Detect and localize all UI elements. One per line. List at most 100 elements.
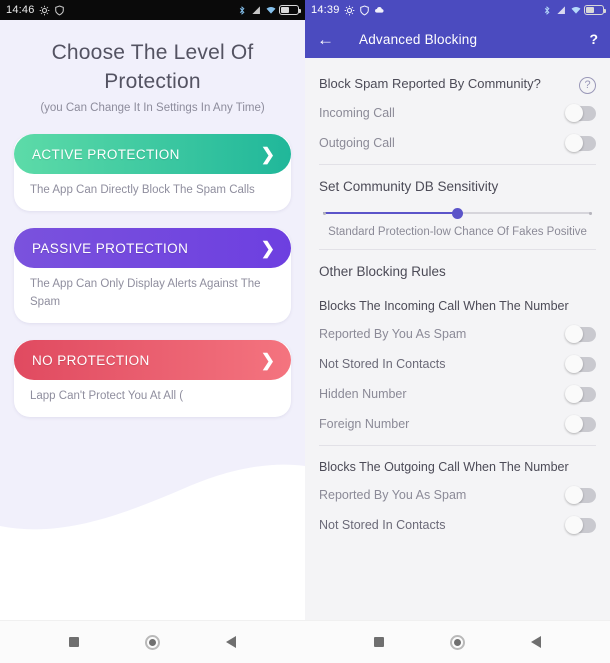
battery-icon: [584, 5, 606, 15]
app-bar: ← Advanced Blocking ?: [305, 20, 610, 58]
status-bar-right: 14:39: [305, 0, 610, 20]
back-arrow-icon[interactable]: ←: [317, 31, 343, 48]
wifi-icon: [265, 5, 276, 16]
setting-row-outgoing-call[interactable]: Outgoing Call: [305, 128, 610, 158]
toggle-knob: [565, 134, 583, 152]
recents-square-icon[interactable]: [374, 637, 384, 647]
setting-row-in-hidden-number[interactable]: Hidden Number: [305, 379, 610, 409]
setting-row-incoming-call[interactable]: Incoming Call: [305, 98, 610, 128]
chevron-right-icon: ❯: [260, 238, 275, 258]
option-label-none: NO PROTECTION: [32, 352, 150, 368]
gear-icon: [39, 5, 50, 16]
sensitivity-slider[interactable]: [305, 200, 610, 219]
toggle-in-hidden-number[interactable]: [565, 385, 596, 403]
row-label: Reported By You As Spam: [319, 327, 467, 341]
toggle-knob: [565, 104, 583, 122]
toggle-outgoing-call[interactable]: [565, 134, 596, 152]
toggle-knob: [565, 355, 583, 373]
signal-icon: [556, 5, 567, 16]
setting-row-in-reported-spam[interactable]: Reported By You As Spam: [305, 319, 610, 349]
sensitivity-caption: Standard Protection-low Chance Of Fakes …: [328, 226, 587, 238]
slider-tick-end: [589, 211, 592, 215]
help-button[interactable]: ?: [589, 31, 598, 47]
status-bar-right-group: [542, 5, 606, 16]
row-label: Reported By You As Spam: [319, 488, 467, 502]
navigation-bar-right: [305, 620, 610, 663]
option-card-active-protection[interactable]: ACTIVE PROTECTION ❯ The App Can Directly…: [14, 134, 291, 211]
slider-tick-start: [323, 211, 326, 215]
option-header-passive[interactable]: PASSIVE PROTECTION ❯: [14, 228, 291, 268]
toggle-incoming-call[interactable]: [565, 104, 596, 122]
toggle-in-foreign-number[interactable]: [565, 415, 596, 433]
help-circle-icon[interactable]: ?: [579, 77, 596, 94]
screen-advanced-blocking: 14:39 ← Advanced Blocking ? Block Spam R…: [305, 0, 610, 663]
option-desc-active: The App Can Directly Block The Spam Call…: [30, 184, 255, 196]
gear-icon: [344, 5, 355, 16]
row-label: Foreign Number: [319, 417, 410, 431]
slider-thumb[interactable]: [452, 207, 463, 219]
community-heading: Block Spam Reported By Community?: [319, 76, 541, 91]
row-label: Not Stored In Contacts: [319, 518, 446, 532]
status-bar-left: 14:46: [0, 0, 305, 20]
outgoing-group-heading: Blocks The Outgoing Call When The Number: [305, 446, 610, 480]
sensitivity-title: Set Community DB Sensitivity: [319, 179, 499, 194]
app-bar-title: Advanced Blocking: [359, 31, 478, 47]
slider-track[interactable]: [323, 207, 592, 219]
settings-panel: Block Spam Reported By Community? ? Inco…: [305, 58, 610, 540]
status-bar-right-group: [237, 5, 301, 16]
setting-row-out-reported-spam[interactable]: Reported By You As Spam: [305, 480, 610, 510]
chevron-right-icon: ❯: [260, 350, 275, 370]
signal-icon: [251, 5, 262, 16]
page-title: Choose The Level Of Protection: [51, 41, 254, 93]
toggle-in-not-in-contacts[interactable]: [565, 355, 596, 373]
toggle-knob: [565, 415, 583, 433]
status-bar-left-group: 14:46: [6, 4, 65, 16]
option-label-passive: PASSIVE PROTECTION: [32, 240, 189, 256]
back-triangle-icon[interactable]: [531, 636, 541, 648]
row-label: Incoming Call: [319, 106, 395, 120]
status-bar-left-group: 14:39: [311, 4, 385, 16]
row-label: Outgoing Call: [319, 136, 395, 150]
toggle-knob: [565, 325, 583, 343]
shield-icon: [359, 4, 370, 16]
shield-icon: [54, 4, 65, 16]
incoming-group-heading: Blocks The Incoming Call When The Number: [305, 285, 610, 319]
incoming-group-heading-text: Blocks The Incoming Call When The Number: [319, 299, 569, 313]
slider-fill: [323, 212, 458, 214]
background-wave: [0, 464, 305, 620]
toggle-out-not-in-contacts[interactable]: [565, 516, 596, 534]
toggle-out-reported-spam[interactable]: [565, 486, 596, 504]
recents-square-icon[interactable]: [69, 637, 79, 647]
option-header-none[interactable]: NO PROTECTION ❯: [14, 340, 291, 380]
page-subtitle: (you Can Change It In Settings In Any Ti…: [40, 102, 265, 114]
chevron-right-icon: ❯: [260, 144, 275, 164]
toggle-in-reported-spam[interactable]: [565, 325, 596, 343]
community-section-header: Block Spam Reported By Community? ?: [305, 58, 610, 98]
battery-icon: [279, 5, 301, 15]
home-circle-icon[interactable]: [450, 634, 465, 650]
bluetooth-icon: [542, 5, 553, 16]
option-desc-passive: The App Can Only Display Alerts Against …: [30, 278, 261, 308]
toggle-knob: [565, 385, 583, 403]
option-label-active: ACTIVE PROTECTION: [32, 146, 180, 162]
home-circle-icon[interactable]: [145, 634, 160, 650]
option-header-active[interactable]: ACTIVE PROTECTION ❯: [14, 134, 291, 174]
row-label: Not Stored In Contacts: [319, 357, 446, 371]
status-time: 14:39: [311, 4, 340, 16]
navigation-bar-left: [0, 620, 305, 663]
toggle-knob: [565, 486, 583, 504]
option-card-passive-protection[interactable]: PASSIVE PROTECTION ❯ The App Can Only Di…: [14, 228, 291, 323]
setting-row-in-not-in-contacts[interactable]: Not Stored In Contacts: [305, 349, 610, 379]
outgoing-group-heading-text: Blocks The Outgoing Call When The Number: [319, 460, 569, 474]
option-card-no-protection[interactable]: NO PROTECTION ❯ Lapp Can't Protect You A…: [14, 340, 291, 417]
left-content: Choose The Level Of Protection (you Can …: [0, 38, 305, 417]
cloud-icon: [374, 5, 385, 16]
setting-row-in-foreign-number[interactable]: Foreign Number: [305, 409, 610, 439]
bluetooth-icon: [237, 5, 248, 16]
back-triangle-icon[interactable]: [226, 636, 236, 648]
other-rules-title: Other Blocking Rules: [319, 264, 446, 279]
wifi-icon: [570, 5, 581, 16]
toggle-knob: [565, 516, 583, 534]
setting-row-out-not-in-contacts[interactable]: Not Stored In Contacts: [305, 510, 610, 540]
screen-choose-protection: 14:46 Choose The Level Of Protection (yo…: [0, 0, 305, 663]
